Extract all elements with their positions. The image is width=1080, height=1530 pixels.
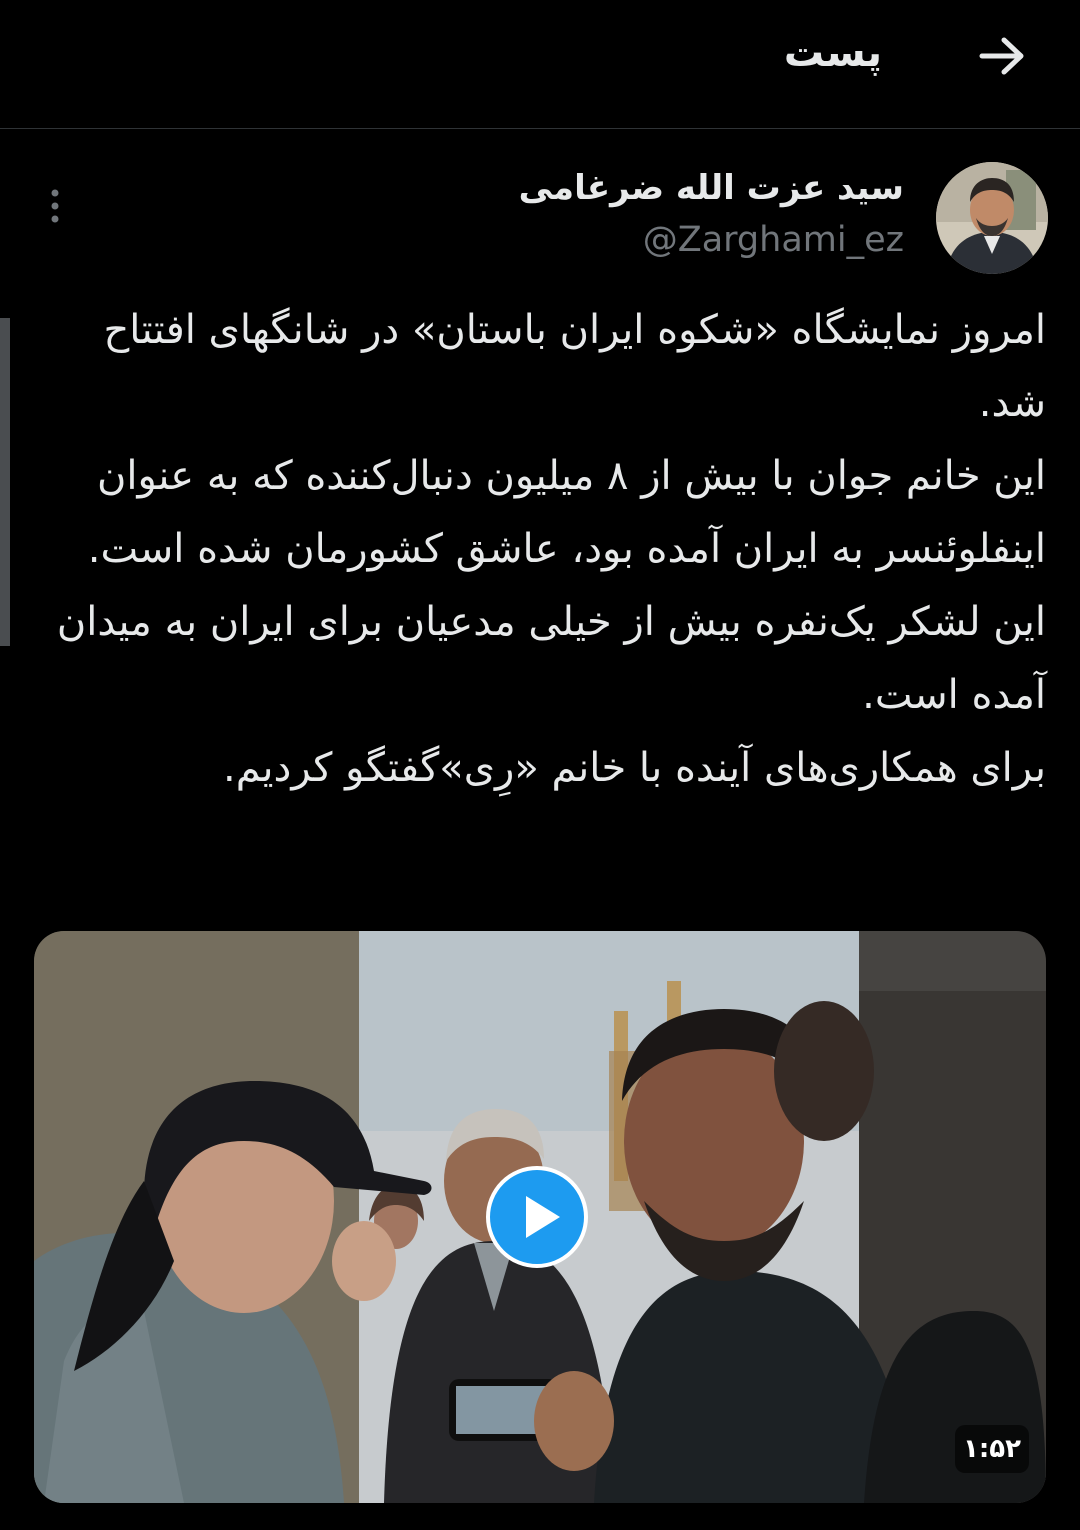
profile-photo: [936, 162, 1048, 274]
tweet-body: امروز نمایشگاه «شکوه ایران باستان» در شا…: [46, 294, 1046, 805]
scrollbar-thumb[interactable]: [0, 318, 10, 646]
more-vertical-icon[interactable]: [40, 182, 70, 232]
page-title: پست: [783, 30, 882, 76]
top-bar: پست: [0, 0, 1080, 129]
tweet-paragraph: برای همکاری‌های آینده با خانم «رِی»گفتگو…: [223, 745, 1046, 791]
play-icon[interactable]: [486, 1166, 588, 1268]
author-handle[interactable]: @Zarghami_ez: [643, 220, 904, 260]
tweet-paragraph: این خانم جوان با بیش از ۸ میلیون دنبال‌ک…: [87, 453, 1046, 572]
arrow-right-icon[interactable]: [974, 28, 1030, 84]
tweet-paragraph: امروز نمایشگاه «شکوه ایران باستان» در شا…: [103, 307, 1046, 426]
author-display-name[interactable]: سید عزت الله ضرغامی: [519, 168, 904, 208]
tweet-paragraph: این لشکر یک‌نفره بیش از خیلی مدعیان برای…: [56, 599, 1046, 718]
video-duration-badge: ۱:۵۲: [955, 1425, 1030, 1473]
avatar[interactable]: [936, 162, 1048, 274]
